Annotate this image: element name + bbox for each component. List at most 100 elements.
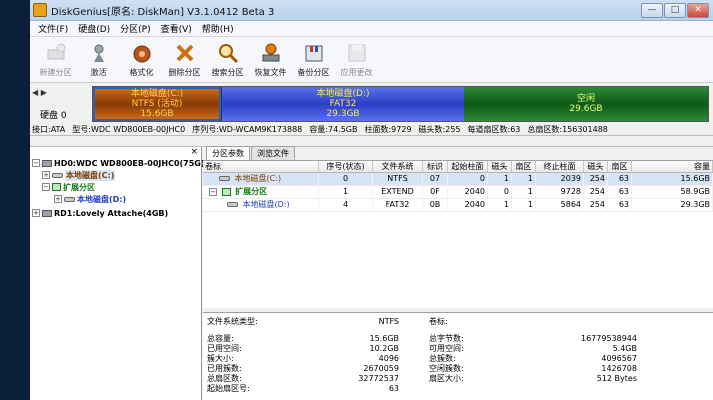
recover-files-button[interactable]: 恢复文件 [249, 42, 292, 78]
table-cell: 63 [608, 199, 632, 211]
search-partition-button[interactable]: 搜索分区 [206, 42, 249, 78]
partition-block-d[interactable]: 本地磁盘(D:) FAT32 29.3GB [221, 87, 464, 121]
col-header[interactable]: 卷标 [203, 161, 319, 172]
right-pane: 分区参数 浏览文件 卷标 序号(状态) 文件系统 标识 起始柱面 磁头 扇区 终… [203, 146, 713, 400]
table-cell: 2040 [448, 186, 488, 198]
detail-label: 总扇区数: [207, 374, 242, 383]
table-header: 卷标 序号(状态) 文件系统 标识 起始柱面 磁头 扇区 终止柱面 磁头 扇区 … [203, 161, 713, 173]
tab-partition-params[interactable]: 分区参数 [206, 146, 250, 160]
window-controls: — □ ✕ [640, 2, 709, 18]
table-cell: 1 [512, 186, 536, 198]
tree-node-hd0[interactable]: − HD0:WDC WD800EB-00JHC0(75G) [32, 157, 205, 169]
app-logo-icon [33, 3, 47, 17]
detail-label: 总容量: [207, 334, 234, 343]
apply-changes-button[interactable]: 应用更改 [335, 42, 378, 78]
table-cell: 29.3GB [632, 199, 713, 211]
new-partition-label: 新建分区 [39, 68, 72, 77]
maximize-button[interactable]: □ [664, 2, 686, 18]
menu-disk[interactable]: 硬盘(D) [73, 22, 115, 35]
detail-value: 512 Bytes [596, 374, 637, 383]
partition-block-name: 本地磁盘(D:) [316, 89, 370, 99]
col-header[interactable]: 文件系统 [373, 161, 423, 172]
new-partition-button[interactable]: 新建分区 [34, 42, 77, 78]
table-cell-name: − 扩展分区 [203, 186, 319, 198]
disk-capacity: 容量:74.5GB [309, 124, 358, 134]
expand-icon[interactable]: + [54, 195, 62, 203]
table-cell: 07 [423, 173, 448, 185]
col-header[interactable]: 终止柱面 [536, 161, 584, 172]
detail-value: 32772537 [358, 374, 399, 383]
volume-icon [64, 196, 75, 202]
col-header[interactable]: 扇区 [608, 161, 632, 172]
search-partition-label: 搜索分区 [211, 68, 244, 77]
menu-help[interactable]: 帮助(H) [197, 22, 239, 35]
tree-node-label: 本地磁盘(C:) [65, 169, 116, 181]
table-row[interactable]: 本地磁盘(C:) 0 NTFS 07 0 1 1 2039 254 63 15.… [203, 173, 713, 186]
activate-button[interactable]: 激活 [77, 42, 120, 78]
detail-value: 16779538944 [581, 334, 637, 343]
table-cell: 0F [423, 186, 448, 198]
delete-partition-button[interactable]: 删除分区 [163, 42, 206, 78]
close-button[interactable]: ✕ [687, 2, 709, 18]
partition-name: 本地磁盘(C:) [234, 174, 282, 183]
minimize-button[interactable]: — [641, 2, 663, 18]
backup-partition-label: 备份分区 [297, 68, 330, 77]
detail-value: 2670059 [363, 364, 399, 373]
col-header[interactable]: 起始柱面 [448, 161, 488, 172]
detail-value: 63 [388, 384, 399, 393]
table-cell: 0 [488, 186, 512, 198]
tree-node-c[interactable]: + 本地磁盘(C:) [42, 169, 116, 181]
col-header[interactable]: 标识 [423, 161, 448, 172]
table-cell: 1 [512, 173, 536, 185]
col-header[interactable]: 磁头 [488, 161, 512, 172]
apply-changes-icon [346, 42, 368, 64]
table-row[interactable]: − 扩展分区 1 EXTEND 0F 2040 0 1 9728 254 63 … [203, 186, 713, 199]
menu-view[interactable]: 查看(V) [156, 22, 197, 35]
disk-nav-arrows[interactable]: ◀ ▶ [32, 88, 47, 97]
table-row[interactable]: 本地磁盘(D:) 4 FAT32 0B 2040 1 1 5864 254 63… [203, 199, 713, 212]
col-header[interactable]: 序号(状态) [319, 161, 373, 172]
tree-node-extended[interactable]: − 扩展分区 [42, 181, 95, 193]
recover-files-icon [260, 42, 282, 64]
tree-node-label: 本地磁盘(D:) [77, 194, 127, 204]
volume-icon [227, 202, 238, 207]
tree-node-rd1[interactable]: + RD1:Lovely Attache(4GB) [32, 207, 168, 219]
fs-type-value: NTFS [378, 317, 399, 326]
table-cell: 254 [584, 186, 608, 198]
tab-browse-files[interactable]: 浏览文件 [251, 146, 295, 160]
partition-name: 扩展分区 [235, 187, 268, 196]
tree-node-label: HD0:WDC WD800EB-00JHC0(75G) [54, 158, 205, 168]
detail-label: 总簇数: [429, 354, 456, 363]
table-cell: 1 [512, 199, 536, 211]
col-header[interactable]: 磁头 [584, 161, 608, 172]
volume-label-label: 卷标: [429, 317, 448, 326]
col-header[interactable]: 容量 [632, 161, 713, 172]
expand-icon[interactable]: + [32, 209, 40, 217]
col-header[interactable]: 扇区 [512, 161, 536, 172]
table-cell: 4 [319, 199, 373, 211]
new-partition-icon [45, 42, 67, 64]
tree-node-d[interactable]: + 本地磁盘(D:) [54, 193, 126, 205]
partition-block-c[interactable]: 本地磁盘(C:) NTFS (活动) 15.6GB [93, 87, 221, 121]
partition-block-fs: FAT32 [329, 99, 357, 109]
collapse-icon[interactable]: − [42, 183, 50, 191]
collapse-icon[interactable]: − [32, 159, 40, 167]
delete-partition-label: 删除分区 [168, 68, 201, 77]
detail-label: 簇大小: [207, 354, 234, 363]
menu-partition[interactable]: 分区(P) [115, 22, 155, 35]
menu-file[interactable]: 文件(F) [33, 22, 73, 35]
partition-block-size: 15.6GB [140, 109, 174, 119]
expand-icon[interactable]: + [42, 171, 50, 179]
partition-details: 文件系统类型: NTFS 卷标: 总容量: 15.6GB 已用空间: 10.2G… [203, 312, 713, 400]
collapse-icon[interactable]: − [209, 187, 217, 196]
title-bar: DiskGenius[原名: DiskMan] V3.1.0412 Beta 3… [30, 0, 713, 21]
format-button[interactable]: 格式化 [120, 42, 163, 78]
partition-block-free[interactable]: 空闲 29.6GB [464, 87, 708, 121]
table-cell: 254 [584, 173, 608, 185]
detail-value: 4096 [378, 354, 399, 363]
disk-total-sectors: 总扇区数:156301488 [527, 124, 608, 134]
tree-close-icon[interactable]: × [190, 147, 198, 157]
disk-interface: 接口:ATA [32, 124, 66, 134]
backup-partition-button[interactable]: 备份分区 [292, 42, 335, 78]
detail-label: 起始扇区号: [207, 384, 250, 393]
